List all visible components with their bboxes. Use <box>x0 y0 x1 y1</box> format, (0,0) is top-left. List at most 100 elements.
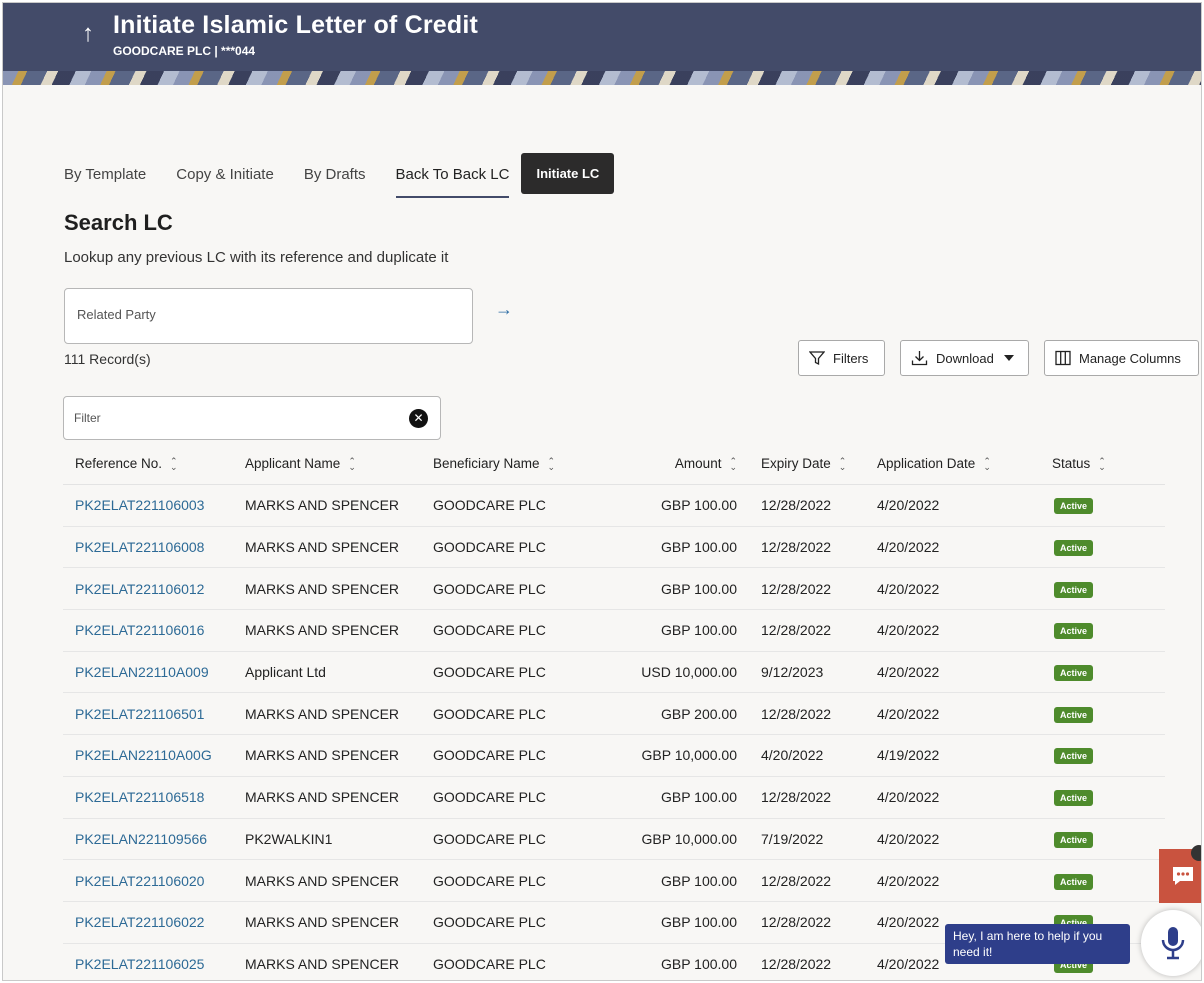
reference-link[interactable]: PK2ELAN22110A00G <box>75 747 212 763</box>
reference-link[interactable]: PK2ELAT221106003 <box>75 497 204 513</box>
status-cell: Active <box>1052 580 1162 598</box>
reference-link[interactable]: PK2ELAT221106016 <box>75 622 204 638</box>
amount-cell: GBP 10,000.00 <box>599 747 737 763</box>
applicant-name-cell: MARKS AND SPENCER <box>245 789 433 805</box>
initiate-lc-button[interactable]: Initiate LC <box>521 153 615 194</box>
reference-link[interactable]: PK2ELAT221106025 <box>75 956 204 972</box>
download-label: Download <box>936 350 994 366</box>
amount-cell-text: GBP 100.00 <box>660 580 737 597</box>
status-cell: Active <box>1052 621 1162 640</box>
applicant-name-cell-text: MARKS AND SPENCER <box>245 789 400 806</box>
status-cell: Active <box>1052 746 1162 765</box>
back-arrow-icon[interactable]: ↑ <box>75 19 101 49</box>
column-header-application-date[interactable]: Application Date ⌃ ⌄ <box>877 456 1052 471</box>
party-account-subtitle: GOODCARE PLC | ***044 <box>113 44 256 58</box>
amount-cell: GBP 100.00 <box>599 622 737 638</box>
beneficiary-name-cell: GOODCARE PLC <box>433 789 599 805</box>
column-header-label: Expiry Date <box>761 456 831 471</box>
status-cell: Active <box>1052 663 1162 682</box>
related-party-input[interactable] <box>77 307 457 322</box>
amount-cell: GBP 200.00 <box>599 706 737 722</box>
application-date-cell-text: 4/20/2022 <box>877 539 940 556</box>
clear-filter-icon[interactable]: ✕ <box>409 409 428 428</box>
table-filter-input[interactable] <box>74 411 394 425</box>
reference-cell: PK2ELAT221106518 <box>63 789 245 805</box>
reference-link[interactable]: PK2ELAT221106012 <box>75 581 204 597</box>
column-header-beneficiary[interactable]: Beneficiary Name ⌃ ⌄ <box>433 456 599 471</box>
reference-link[interactable]: PK2ELAN221109566 <box>75 831 207 847</box>
beneficiary-name-cell: GOODCARE PLC <box>433 497 599 513</box>
column-header-amount[interactable]: Amount ⌃ ⌄ <box>599 456 737 471</box>
reference-link[interactable]: PK2ELAT221106008 <box>75 539 204 555</box>
reference-link[interactable]: PK2ELAT221106518 <box>75 789 204 805</box>
applicant-name-cell: MARKS AND SPENCER <box>245 539 433 555</box>
applicant-name-cell: Applicant Ltd <box>245 664 433 680</box>
applicant-name-cell: MARKS AND SPENCER <box>245 497 433 513</box>
table-row: PK2ELAT221106008 MARKS AND SPENCER GOODCAR… <box>63 527 1165 569</box>
manage-columns-label: Manage Columns <box>1079 350 1181 366</box>
reference-link[interactable]: PK2ELAT221106022 <box>75 914 204 930</box>
application-date-cell: 4/20/2022 <box>877 789 1052 805</box>
expiry-date-cell-text: 12/28/2022 <box>761 622 832 639</box>
reference-link[interactable]: PK2ELAN22110A009 <box>75 664 209 680</box>
beneficiary-name-cell-text: GOODCARE PLC <box>433 789 546 806</box>
amount-cell: GBP 100.00 <box>599 956 737 972</box>
download-button[interactable]: Download <box>900 340 1029 376</box>
beneficiary-name-cell: GOODCARE PLC <box>433 706 599 722</box>
application-date-cell: 4/20/2022 <box>877 581 1052 597</box>
search-lc-description: Lookup any previous LC with its referenc… <box>64 249 449 266</box>
application-date-cell: 4/20/2022 <box>877 831 1052 847</box>
sort-icon: ⌃ ⌄ <box>547 455 556 472</box>
tab-back-to-back-lc[interactable]: Back To Back LC <box>395 150 510 198</box>
application-date-cell: 4/19/2022 <box>877 747 1052 763</box>
reference-cell: PK2ELAN22110A009 <box>63 664 245 680</box>
column-header-label: Amount <box>674 456 722 471</box>
filters-button[interactable]: Filters <box>798 340 885 376</box>
reference-cell: PK2ELAT221106012 <box>63 581 245 597</box>
search-go-arrow-icon[interactable]: → <box>495 299 513 320</box>
reference-cell: PK2ELAT221106501 <box>63 706 245 722</box>
tab-by-template[interactable]: By Template <box>64 150 146 196</box>
table-row: PK2ELAT221106501 MARKS AND SPENCER GOODCAR… <box>63 693 1165 736</box>
reference-link[interactable]: PK2ELAT221106501 <box>75 706 204 722</box>
column-header-reference[interactable]: Reference No. ⌃ ⌄ <box>63 456 245 471</box>
column-header-expiry-date[interactable]: Expiry Date ⌃ ⌄ <box>737 456 877 471</box>
applicant-name-cell: MARKS AND SPENCER <box>245 747 433 763</box>
applicant-name-cell: PK2WALKIN1 <box>245 831 433 847</box>
expiry-date-cell-text: 12/28/2022 <box>761 789 832 806</box>
chat-bubble-icon <box>1173 867 1193 885</box>
applicant-name-cell-text: Applicant Ltd <box>245 664 326 681</box>
lc-results-table: Reference No. ⌃ ⌄ Applicant Name ⌃ ⌄ Benefic… <box>63 443 1165 980</box>
applicant-name-cell-text: MARKS AND SPENCER <box>245 705 400 722</box>
status-cell: Active <box>1052 496 1162 515</box>
application-date-cell: 4/20/2022 <box>877 539 1052 555</box>
expiry-date-cell: 12/28/2022 <box>737 622 877 638</box>
manage-columns-button[interactable]: Manage Columns <box>1044 340 1199 376</box>
column-header-label: Reference No. <box>75 456 163 471</box>
expiry-date-cell-text: 12/28/2022 <box>761 705 832 722</box>
amount-cell-text: GBP 200.00 <box>660 705 737 722</box>
tab-by-drafts[interactable]: By Drafts <box>304 150 366 196</box>
status-cell: Active <box>1052 538 1162 557</box>
sort-icon: ⌃ ⌄ <box>838 455 847 472</box>
column-header-status[interactable]: Status ⌃ ⌄ <box>1052 456 1162 471</box>
amount-cell: GBP 100.00 <box>599 581 737 597</box>
applicant-name-cell-text: MARKS AND SPENCER <box>245 622 400 639</box>
tab-copy-and-initiate[interactable]: Copy & Initiate <box>176 150 274 196</box>
amount-cell-text: GBP 100.00 <box>660 914 737 931</box>
expiry-date-cell-text: 12/28/2022 <box>761 872 832 889</box>
application-date-cell-text: 4/20/2022 <box>877 955 940 972</box>
voice-assistant-button[interactable] <box>1141 910 1201 976</box>
application-date-cell-text: 4/20/2022 <box>877 497 940 514</box>
table-row: PK2ELAT221106020 MARKS AND SPENCER GOODCAR… <box>63 860 1165 902</box>
status-cell: Active <box>1052 788 1162 807</box>
search-lc-title: Search LC <box>64 210 173 235</box>
column-header-applicant[interactable]: Applicant Name ⌃ ⌄ <box>245 456 433 471</box>
application-date-cell-text: 4/20/2022 <box>877 580 940 597</box>
beneficiary-name-cell: GOODCARE PLC <box>433 956 599 972</box>
beneficiary-name-cell: GOODCARE PLC <box>433 581 599 597</box>
expiry-date-cell-text: 12/28/2022 <box>761 955 832 972</box>
columns-icon <box>1055 350 1071 366</box>
reference-link[interactable]: PK2ELAT221106020 <box>75 873 204 889</box>
expiry-date-cell-text: 12/28/2022 <box>761 539 832 556</box>
